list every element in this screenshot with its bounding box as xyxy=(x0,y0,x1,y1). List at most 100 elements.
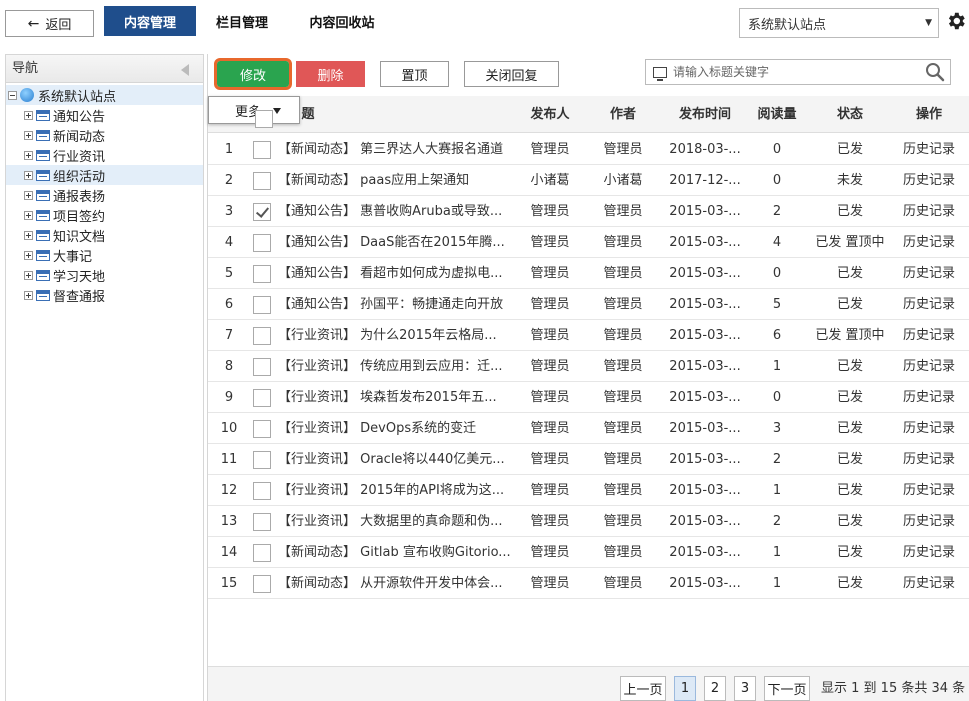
table-row[interactable]: 13 【行业资讯】 大数据里的真命题和伪... 管理员 管理员 2015-03-... 2… xyxy=(208,506,969,537)
row-history-link[interactable]: 历史记录 xyxy=(894,196,964,227)
table-row[interactable]: 10 【行业资讯】 DevOps系统的变迁 管理员 管理员 2015-03-... 3 已发… xyxy=(208,413,969,444)
row-title[interactable]: 【新闻动态】 Gitlab 宣布收购Gitorio... xyxy=(278,537,514,568)
plus-toggle-icon[interactable] xyxy=(24,110,33,120)
row-checkbox[interactable] xyxy=(253,141,271,159)
row-title[interactable]: 【通知公告】 看超市如何成为虚拟电... xyxy=(278,258,514,289)
prev-page-button[interactable]: 上一页 xyxy=(620,676,666,701)
table-row[interactable]: 4 【通知公告】 DaaS能否在2015年腾... 管理员 管理员 2015-03-..… xyxy=(208,227,969,258)
table-row[interactable]: 3 【通知公告】 惠普收购Aruba或导致... 管理员 管理员 2015-03-...… xyxy=(208,196,969,227)
table-row[interactable]: 5 【通知公告】 看超市如何成为虚拟电... 管理员 管理员 2015-03-... 0 已… xyxy=(208,258,969,289)
row-checkbox[interactable] xyxy=(253,420,271,438)
header-reads[interactable]: 阅读量 xyxy=(750,96,804,133)
row-history-link[interactable]: 历史记录 xyxy=(894,134,964,165)
plus-toggle-icon[interactable] xyxy=(24,150,33,160)
header-status[interactable]: 状态 xyxy=(806,96,894,133)
collapse-icon[interactable] xyxy=(181,64,189,76)
tree-item-chronicle[interactable]: 大事记 xyxy=(6,245,203,265)
tree-item-knowledge[interactable]: 知识文档 xyxy=(6,225,203,245)
tree-item-news[interactable]: 新闻动态 xyxy=(6,125,203,145)
row-checkbox[interactable] xyxy=(253,296,271,314)
tree-item-learning[interactable]: 学习天地 xyxy=(6,265,203,285)
row-history-link[interactable]: 历史记录 xyxy=(894,165,964,196)
tree-item-commendation[interactable]: 通报表扬 xyxy=(6,185,203,205)
table-row[interactable]: 12 【行业资讯】 2015年的API将成为这... 管理员 管理员 2015-03-.… xyxy=(208,475,969,506)
tree-item-activities[interactable]: 组织活动 xyxy=(6,165,203,185)
row-history-link[interactable]: 历史记录 xyxy=(894,444,964,475)
row-checkbox[interactable] xyxy=(253,451,271,469)
header-publisher[interactable]: 发布人 xyxy=(520,96,580,133)
row-history-link[interactable]: 历史记录 xyxy=(894,413,964,444)
edit-button[interactable]: 修改 xyxy=(214,58,292,90)
row-checkbox[interactable] xyxy=(253,203,271,221)
tree-item-supervision[interactable]: 督查通报 xyxy=(6,285,203,305)
header-date[interactable]: 发布时间 xyxy=(660,96,750,133)
row-title[interactable]: 【行业资讯】 为什么2015年云格局... xyxy=(278,320,514,351)
plus-toggle-icon[interactable] xyxy=(24,210,33,220)
page-2-button[interactable]: 2 xyxy=(704,676,726,701)
plus-toggle-icon[interactable] xyxy=(24,250,33,260)
table-row[interactable]: 8 【行业资讯】 传统应用到云应用：迁... 管理员 管理员 2015-03-... 1 已… xyxy=(208,351,969,382)
table-row[interactable]: 15 【新闻动态】 从开源软件开发中体会... 管理员 管理员 2015-03-... 1… xyxy=(208,568,969,599)
row-title[interactable]: 【通知公告】 孙国平：畅捷通走向开放 xyxy=(278,289,514,320)
row-checkbox[interactable] xyxy=(253,358,271,376)
close-reply-button[interactable]: 关闭回复 xyxy=(464,61,559,87)
tab-column-management[interactable]: 栏目管理 xyxy=(206,6,278,36)
row-title[interactable]: 【新闻动态】 第三界达人大赛报名通道 xyxy=(278,134,514,165)
header-author[interactable]: 作者 xyxy=(593,96,653,133)
row-history-link[interactable]: 历史记录 xyxy=(894,537,964,568)
delete-button[interactable]: 删除 xyxy=(296,61,365,87)
table-row[interactable]: 11 【行业资讯】 Oracle将以440亿美元... 管理员 管理员 2015-03-… xyxy=(208,444,969,475)
next-page-button[interactable]: 下一页 xyxy=(764,676,810,701)
table-row[interactable]: 6 【通知公告】 孙国平：畅捷通走向开放 管理员 管理员 2015-03-... 5 已发 历… xyxy=(208,289,969,320)
row-checkbox[interactable] xyxy=(253,482,271,500)
gear-icon[interactable] xyxy=(945,10,967,32)
row-checkbox[interactable] xyxy=(253,575,271,593)
row-title[interactable]: 【行业资讯】 Oracle将以440亿美元... xyxy=(278,444,514,475)
row-checkbox[interactable] xyxy=(253,544,271,562)
row-history-link[interactable]: 历史记录 xyxy=(894,382,964,413)
search-icon[interactable] xyxy=(924,61,946,83)
search-input[interactable] xyxy=(673,60,924,84)
plus-toggle-icon[interactable] xyxy=(24,290,33,300)
row-history-link[interactable]: 历史记录 xyxy=(894,568,964,599)
row-title[interactable]: 【行业资讯】 DevOps系统的变迁 xyxy=(278,413,514,444)
row-checkbox[interactable] xyxy=(253,265,271,283)
pin-top-button[interactable]: 置顶 xyxy=(380,61,449,87)
select-all-checkbox[interactable] xyxy=(255,110,273,128)
table-row[interactable]: 7 【行业资讯】 为什么2015年云格局... 管理员 管理员 2015-03-... 6… xyxy=(208,320,969,351)
minus-toggle-icon[interactable] xyxy=(8,90,17,100)
row-title[interactable]: 【行业资讯】 埃森哲发布2015年五... xyxy=(278,382,514,413)
table-row[interactable]: 1 【新闻动态】 第三界达人大赛报名通道 管理员 管理员 2018-03-... 0 已发 历… xyxy=(208,134,969,165)
page-1-button[interactable]: 1 xyxy=(674,676,696,701)
plus-toggle-icon[interactable] xyxy=(24,190,33,200)
row-title[interactable]: 【新闻动态】 paas应用上架通知 xyxy=(278,165,514,196)
plus-toggle-icon[interactable] xyxy=(24,170,33,180)
row-title[interactable]: 【新闻动态】 从开源软件开发中体会... xyxy=(278,568,514,599)
row-checkbox[interactable] xyxy=(253,389,271,407)
site-select[interactable]: 系统默认站点 ▼ xyxy=(739,8,939,38)
row-checkbox[interactable] xyxy=(253,234,271,252)
row-title[interactable]: 【行业资讯】 大数据里的真命题和伪... xyxy=(278,506,514,537)
tab-content-management[interactable]: 内容管理 xyxy=(104,6,196,36)
back-button[interactable]: ← 返回 xyxy=(5,10,94,37)
row-title[interactable]: 【通知公告】 DaaS能否在2015年腾... xyxy=(278,227,514,258)
row-history-link[interactable]: 历史记录 xyxy=(894,227,964,258)
row-history-link[interactable]: 历史记录 xyxy=(894,475,964,506)
tree-item-projects[interactable]: 项目签约 xyxy=(6,205,203,225)
row-checkbox[interactable] xyxy=(253,513,271,531)
table-row[interactable]: 9 【行业资讯】 埃森哲发布2015年五... 管理员 管理员 2015-03-... 0… xyxy=(208,382,969,413)
tab-content-recycle-bin[interactable]: 内容回收站 xyxy=(296,6,388,36)
plus-toggle-icon[interactable] xyxy=(24,270,33,280)
tree-item-industry[interactable]: 行业资讯 xyxy=(6,145,203,165)
row-checkbox[interactable] xyxy=(253,172,271,190)
row-checkbox[interactable] xyxy=(253,327,271,345)
plus-toggle-icon[interactable] xyxy=(24,130,33,140)
row-history-link[interactable]: 历史记录 xyxy=(894,351,964,382)
row-history-link[interactable]: 历史记录 xyxy=(894,320,964,351)
table-row[interactable]: 14 【新闻动态】 Gitlab 宣布收购Gitorio... 管理员 管理员 2015… xyxy=(208,537,969,568)
plus-toggle-icon[interactable] xyxy=(24,230,33,240)
tree-item-notice[interactable]: 通知公告 xyxy=(6,105,203,125)
row-title[interactable]: 【行业资讯】 传统应用到云应用：迁... xyxy=(278,351,514,382)
row-title[interactable]: 【通知公告】 惠普收购Aruba或导致... xyxy=(278,196,514,227)
row-history-link[interactable]: 历史记录 xyxy=(894,258,964,289)
